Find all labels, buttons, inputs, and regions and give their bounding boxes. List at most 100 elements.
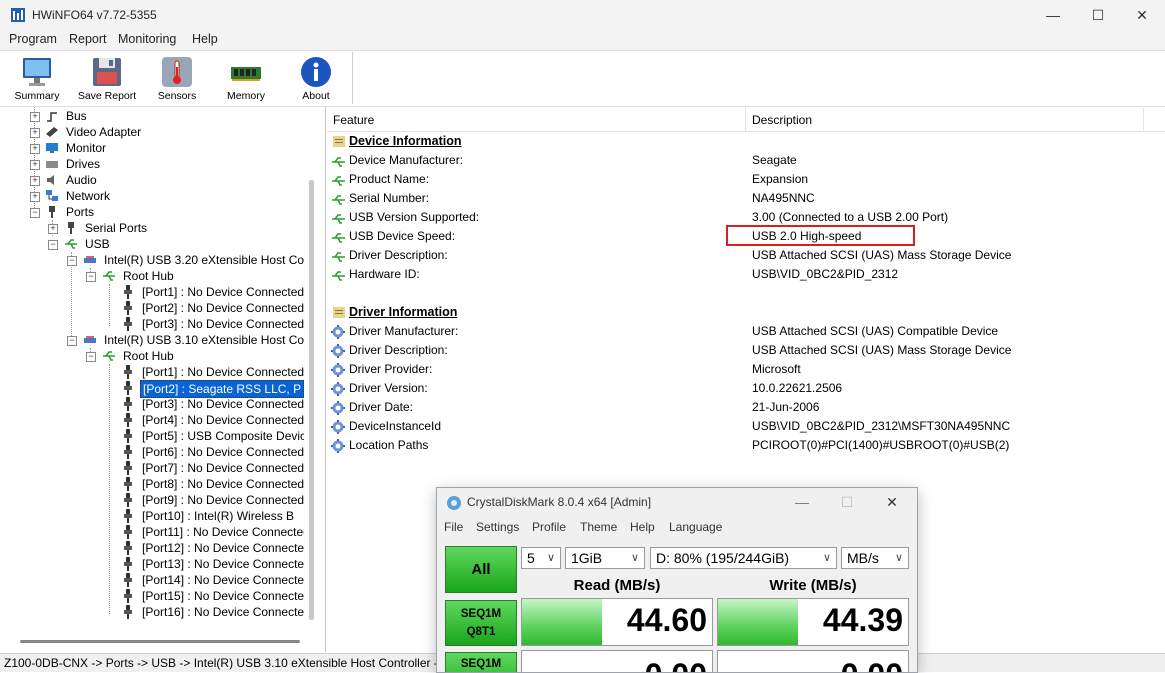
detail-row[interactable]: Driver Description: USB Attached SCSI (UA…	[331, 341, 1151, 360]
detail-row[interactable]: Driver Manufacturer: USB Attached SCSI (U…	[331, 322, 1151, 341]
detail-row[interactable]: Serial Number: NA495NNC	[331, 189, 1151, 208]
expand-toggle[interactable]: +	[30, 176, 40, 186]
detail-row[interactable]: Driver Provider: Microsoft	[331, 360, 1151, 379]
tree-horizontal-scrollbar[interactable]	[20, 640, 300, 643]
seq1m-q8t1-test-button[interactable]: SEQ1M Q8T1	[445, 600, 517, 646]
tree-item-port[interactable]: [Port3] : No Device Connected	[0, 396, 320, 412]
tree-item-ports[interactable]: − Ports	[0, 204, 320, 220]
expand-toggle[interactable]: +	[30, 112, 40, 122]
menu-report[interactable]: Report	[69, 32, 107, 46]
cdm-menu-file[interactable]: File	[444, 520, 463, 534]
collapse-toggle[interactable]: −	[86, 352, 96, 362]
tree-item-port[interactable]: [Port9] : No Device Connected	[0, 492, 320, 508]
tree-vertical-scrollbar[interactable]	[309, 180, 314, 620]
cdm-menu-language[interactable]: Language	[669, 520, 722, 534]
expand-toggle[interactable]: +	[30, 160, 40, 170]
cdm-minimize-button[interactable]: —	[779, 488, 825, 516]
tree-item-port[interactable]: [Port15] : No Device Connected	[0, 588, 320, 604]
detail-row[interactable]: Hardware ID: USB\VID_0BC2&PID_2312	[331, 265, 1151, 284]
detail-row[interactable]: Driver Date: 21-Jun-2006	[331, 398, 1151, 417]
tree-item-port[interactable]: [Port16] : No Device Connected	[0, 604, 320, 620]
detail-row[interactable]: Driver Version: 10.0.22621.2506	[331, 379, 1151, 398]
test-size-select[interactable]: 1GiB ∨	[565, 547, 645, 569]
detail-row[interactable]: Device Manufacturer: Seagate	[331, 151, 1151, 170]
run-all-button[interactable]: All	[445, 546, 517, 593]
tree-item-port[interactable]: [Port13] : No Device Connected	[0, 556, 320, 572]
crystaldiskmark-window[interactable]: CrystalDiskMark 8.0.4 x64 [Admin] — ☐ ✕ …	[436, 487, 918, 673]
column-divider[interactable]	[745, 108, 746, 131]
tree-item-bus[interactable]: + Bus	[0, 108, 320, 124]
read-result-box: 44.60	[521, 598, 713, 646]
tree-item-port[interactable]: [Port4] : No Device Connected	[0, 412, 320, 428]
cdm-menu-theme[interactable]: Theme	[580, 520, 617, 534]
collapse-toggle[interactable]: −	[30, 208, 40, 218]
cdm-menu-help[interactable]: Help	[630, 520, 655, 534]
sensors-button[interactable]: Sensors	[146, 51, 208, 105]
collapse-toggle[interactable]: −	[48, 240, 58, 250]
tree-item-monitor[interactable]: + Monitor	[0, 140, 320, 156]
collapse-toggle[interactable]: −	[67, 256, 77, 266]
close-button[interactable]: ✕	[1119, 0, 1165, 30]
menu-help[interactable]: Help	[192, 32, 218, 46]
collapse-toggle[interactable]: −	[67, 336, 77, 346]
tree-item-root-hub-1[interactable]: − Root Hub	[0, 268, 320, 284]
read-column-header: Read (MB/s)	[573, 577, 661, 594]
tree-item-port[interactable]: [Port2] : No Device Connected	[0, 300, 320, 316]
tree-item-port[interactable]: [Port6] : No Device Connected	[0, 444, 320, 460]
expand-toggle[interactable]: +	[30, 144, 40, 154]
tree-item-video-adapter[interactable]: + Video Adapter	[0, 124, 320, 140]
tree-item-usb[interactable]: − USB	[0, 236, 320, 252]
memory-button[interactable]: Memory	[215, 51, 277, 105]
tree-item-network[interactable]: + Network	[0, 188, 320, 204]
tree-item-port-selected[interactable]: [Port2] : Seagate RSS LLC, P	[0, 380, 320, 398]
detail-row[interactable]: Location Paths PCIROOT(0)#PCI(1400)#USBRO…	[331, 436, 1151, 455]
detail-row[interactable]: Driver Description: USB Attached SCSI (UA…	[331, 246, 1151, 265]
feature-label: USB Device Speed:	[349, 229, 456, 243]
tree-label: [Port8] : No Device Connected	[142, 477, 305, 491]
tree-item-port[interactable]: [Port3] : No Device Connected	[0, 316, 320, 332]
summary-button[interactable]: Summary	[6, 51, 68, 105]
tree-item-root-hub-2[interactable]: − Root Hub	[0, 348, 320, 364]
device-tree[interactable]: + Bus + Video Adapter + Monitor + Drives…	[0, 107, 326, 652]
tree-item-port[interactable]: [Port1] : No Device Connected	[0, 284, 320, 300]
about-button[interactable]: About	[285, 51, 347, 105]
expand-toggle[interactable]: +	[30, 128, 40, 138]
detail-row[interactable]: Product Name: Expansion	[331, 170, 1151, 189]
drive-select[interactable]: D: 80% (195/244GiB) ∨	[650, 547, 837, 569]
menu-monitoring[interactable]: Monitoring	[118, 32, 176, 46]
tree-item-audio[interactable]: + Audio	[0, 172, 320, 188]
expand-toggle[interactable]: +	[30, 192, 40, 202]
collapse-toggle[interactable]: −	[86, 272, 96, 282]
test-count-select[interactable]: 5 ∨	[521, 547, 561, 569]
minimize-button[interactable]: —	[1030, 0, 1076, 30]
cdm-menu-profile[interactable]: Profile	[532, 520, 566, 534]
column-divider[interactable]	[1143, 108, 1144, 131]
maximize-button[interactable]: ☐	[1075, 0, 1121, 30]
tree-item-usb-controller-320[interactable]: − Intel(R) USB 3.20 eXtensible Host Cont…	[0, 252, 325, 268]
usb-plug-icon	[124, 285, 132, 299]
detail-row[interactable]: DeviceInstanceId USB\VID_0BC2&PID_2312\MS…	[331, 417, 1151, 436]
tree-item-drives[interactable]: + Drives	[0, 156, 320, 172]
menu-program[interactable]: Program	[9, 32, 57, 46]
tree-item-port[interactable]: [Port14] : No Device Connected	[0, 572, 320, 588]
tree-item-port[interactable]: [Port1] : No Device Connected	[0, 364, 320, 380]
feature-column-header[interactable]: Feature	[333, 113, 374, 127]
tree-item-port[interactable]: [Port5] : USB Composite Device	[0, 428, 320, 444]
tree-item-port[interactable]: [Port11] : No Device Connected	[0, 524, 320, 540]
cdm-close-button[interactable]: ✕	[869, 488, 915, 516]
tree-item-usb-controller-310[interactable]: − Intel(R) USB 3.10 eXtensible Host Cont…	[0, 332, 325, 348]
unit-select[interactable]: MB/s ∨	[841, 547, 909, 569]
tree-item-port[interactable]: [Port7] : No Device Connected	[0, 460, 320, 476]
tree-item-port[interactable]: [Port12] : No Device Connected	[0, 540, 320, 556]
tree-item-port[interactable]: [Port8] : No Device Connected	[0, 476, 320, 492]
cdm-maximize-button[interactable]: ☐	[824, 488, 870, 516]
expand-toggle[interactable]: +	[48, 224, 58, 234]
tree-label: Root Hub	[123, 349, 174, 363]
save-report-button[interactable]: Save Report	[76, 51, 138, 105]
seq1m-test-button-2[interactable]: SEQ1M	[445, 652, 517, 672]
description-column-header[interactable]: Description	[752, 113, 812, 127]
tree-item-port[interactable]: [Port10] : Intel(R) Wireless B	[0, 508, 320, 524]
feature-value: Expansion	[752, 172, 809, 186]
tree-item-serial-ports[interactable]: + Serial Ports	[0, 220, 320, 236]
cdm-menu-settings[interactable]: Settings	[476, 520, 519, 534]
